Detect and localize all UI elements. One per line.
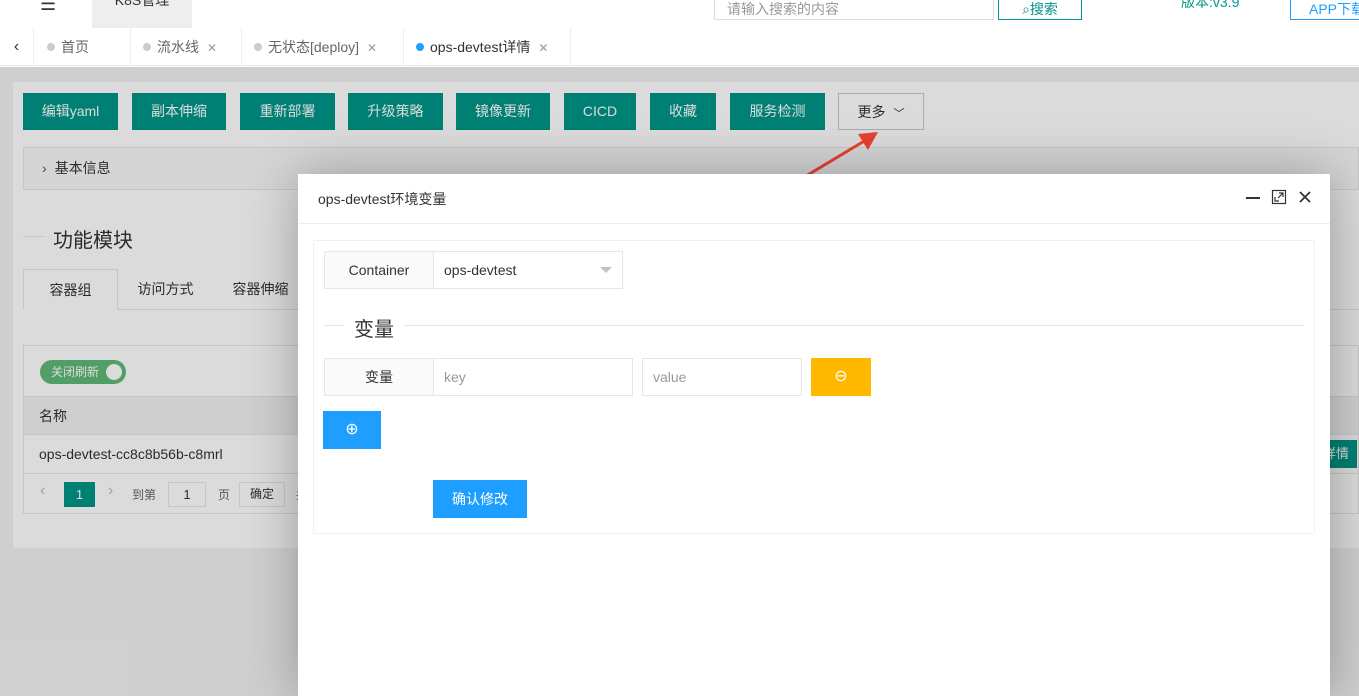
divider [324, 325, 344, 326]
tab-dot [143, 43, 151, 51]
container-select-value: ops-devtest [444, 262, 517, 278]
tab-label: ops-devtest详情 [430, 39, 531, 55]
menu-icon[interactable]: ☰ [40, 0, 56, 15]
variable-label: 变量 [324, 358, 434, 396]
page-tabs: ‹ 首页 流水线 ✕ 无状态[deploy] ✕ ops-devtest详情 ✕ [0, 28, 1359, 66]
variable-key-input[interactable]: key [433, 358, 633, 396]
tabs-scroll-left-icon[interactable]: ‹ [0, 28, 34, 66]
tab-pipeline[interactable]: 流水线 ✕ [131, 28, 242, 66]
tab-home[interactable]: 首页 [35, 28, 131, 66]
tab-dot [416, 43, 424, 51]
global-search-input[interactable]: 请输入搜索的内容 [714, 0, 994, 20]
close-icon[interactable]: ✕ [538, 41, 548, 55]
tab-dot [254, 43, 262, 51]
tab-deploy[interactable]: 无状态[deploy] ✕ [242, 28, 404, 66]
search-button-label: 搜索 [1029, 1, 1058, 17]
variables-heading: 变量 [324, 313, 1304, 341]
add-variable-button[interactable]: ⊕ [323, 411, 381, 449]
plus-circle-icon: ⊕ [345, 421, 359, 438]
tab-dot [47, 43, 55, 51]
minus-circle-icon: ⊖ [834, 368, 848, 385]
close-icon[interactable]: ✕ [367, 41, 377, 55]
tab-label: 首页 [61, 39, 89, 55]
confirm-modify-button[interactable]: 确认修改 [433, 480, 527, 518]
variable-value-input[interactable]: value [642, 358, 802, 396]
modal-title: ops-devtest环境变量 [298, 174, 1330, 224]
caret-down-icon [600, 267, 612, 273]
module-tab-k8s[interactable]: K8S管理 [92, 0, 192, 28]
top-header: ☰ K8S管理 请输入搜索的内容 ⌕搜索 版本:v3.9 APP下载 [0, 0, 1359, 28]
search-icon: ⌕ [1022, 1, 1030, 17]
close-icon[interactable]: ✕ [207, 41, 217, 55]
container-select[interactable]: ops-devtest [434, 251, 623, 289]
env-vars-modal: ops-devtest环境变量 Container ops-devtest 变量… [298, 174, 1330, 696]
remove-variable-button[interactable]: ⊖ [811, 358, 871, 396]
env-form: Container ops-devtest 变量 变量 key value ⊖ … [313, 240, 1315, 534]
variables-title: 变量 [354, 319, 394, 341]
close-icon[interactable] [1296, 188, 1314, 206]
version-label: 版本:v3.9 [1181, 0, 1240, 10]
app-download-button[interactable]: APP下载 [1290, 0, 1359, 20]
container-label: Container [324, 251, 434, 289]
tab-label: 无状态[deploy] [268, 39, 360, 55]
minimize-icon[interactable] [1244, 188, 1262, 206]
tab-label: 流水线 [157, 39, 199, 55]
divider [404, 325, 1304, 326]
search-button[interactable]: ⌕搜索 [998, 0, 1082, 20]
tab-ops-devtest-detail[interactable]: ops-devtest详情 ✕ [404, 28, 571, 66]
maximize-icon[interactable] [1270, 188, 1288, 206]
